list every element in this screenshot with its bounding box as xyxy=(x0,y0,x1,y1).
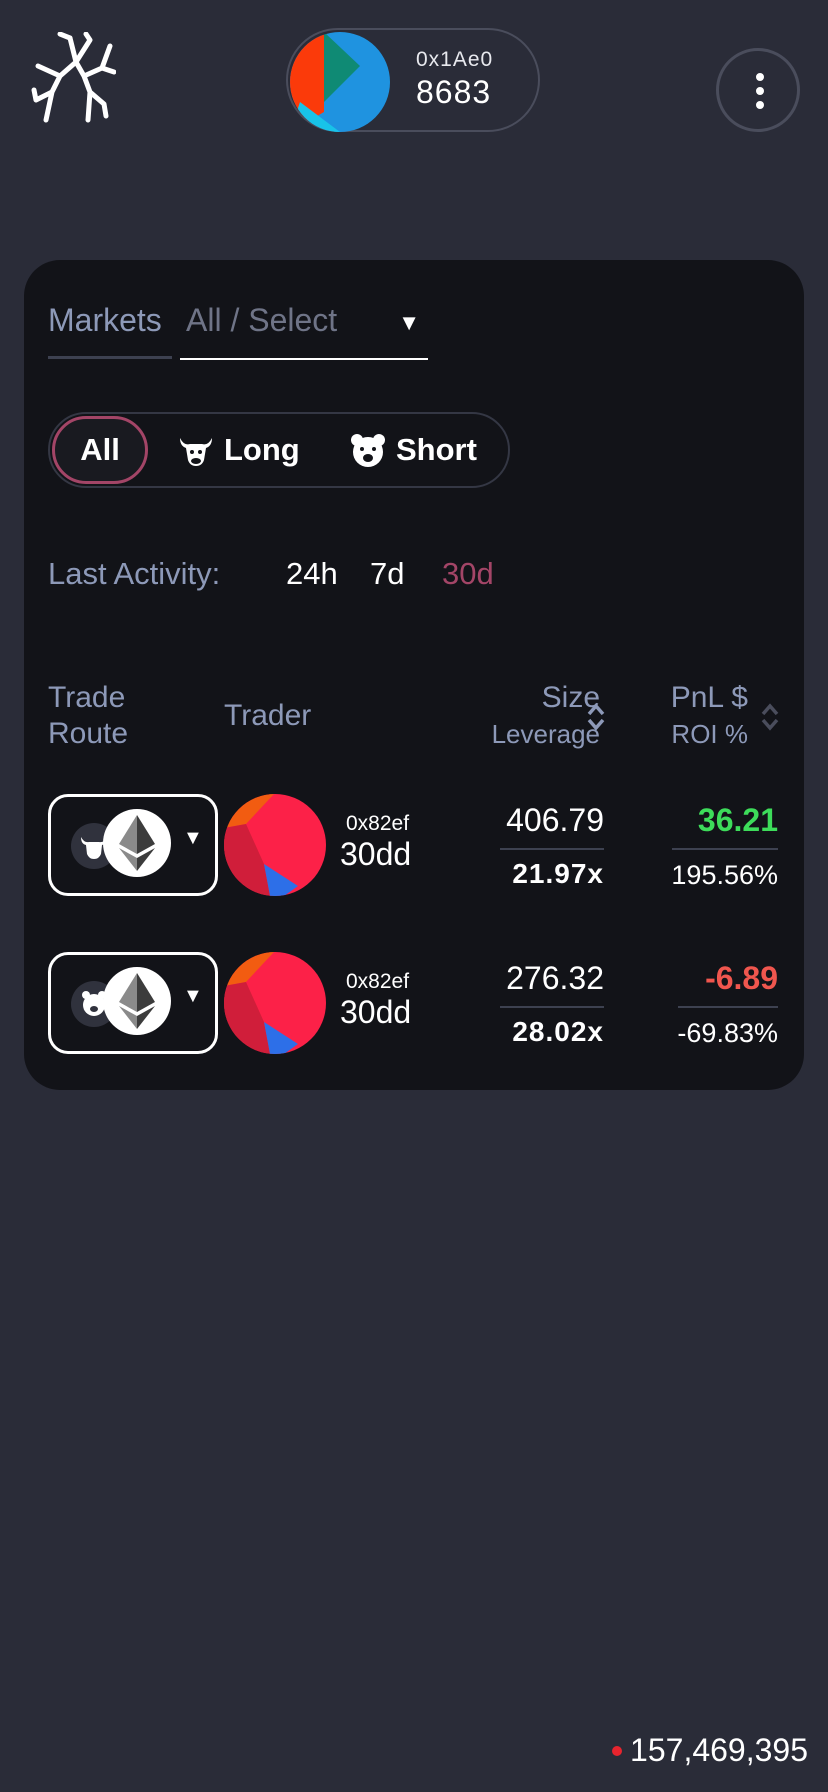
trader-avatar[interactable] xyxy=(224,794,326,896)
divider xyxy=(500,1006,604,1008)
account-avatar xyxy=(290,32,390,132)
column-trader: Trader xyxy=(224,699,312,732)
column-pnl-sort[interactable]: PnL $ ROI % xyxy=(671,680,748,752)
sort-icon[interactable] xyxy=(586,700,606,734)
account-short-address: 0x1Ae0 xyxy=(416,48,494,71)
market-select-value: All / Select xyxy=(186,302,338,338)
account-pill[interactable]: 0x1Ae0 8683 xyxy=(286,28,540,132)
caret-down-icon: ▼ xyxy=(183,985,203,1007)
trader-address: 0x82ef xyxy=(346,812,410,835)
activity-option-24h[interactable]: 24h xyxy=(286,556,338,592)
leaderboard-card: Markets All / Select ▼ All Long Short La… xyxy=(24,260,804,1090)
sort-icon[interactable] xyxy=(760,700,780,734)
block-counter: 157,469,395 xyxy=(612,1732,808,1769)
more-menu-button[interactable] xyxy=(716,48,800,132)
roi-value: 195.56% xyxy=(671,860,778,890)
vertical-dots-icon xyxy=(756,73,764,81)
app-logo-icon[interactable] xyxy=(30,32,116,124)
position-leverage: 28.02x xyxy=(512,1016,604,1047)
activity-option-7d[interactable]: 7d xyxy=(370,556,404,592)
side-filter-toggle: All Long Short xyxy=(48,412,510,488)
block-counter-value: 157,469,395 xyxy=(630,1732,808,1768)
divider xyxy=(500,848,604,850)
position-size: 406.79 xyxy=(506,802,604,838)
trader-avatar[interactable] xyxy=(224,952,326,1054)
table-row[interactable]: ▼ 0x82ef 30dd 276.32 28.02x -6.89 -69.83… xyxy=(24,952,804,1056)
position-leverage: 21.97x xyxy=(512,858,604,889)
status-dot-icon xyxy=(612,1745,623,1756)
bear-icon xyxy=(351,434,385,467)
activity-option-30d[interactable]: 30d xyxy=(442,556,494,592)
trader-name: 30dd xyxy=(340,994,412,1030)
trader-address: 0x82ef xyxy=(346,970,410,993)
side-filter-long[interactable]: Long xyxy=(178,416,300,484)
market-select[interactable]: All / Select ▼ xyxy=(180,302,428,360)
trade-route-select[interactable]: ▼ xyxy=(48,952,218,1054)
table-row[interactable]: ▼ 0x82ef 30dd 406.79 21.97x 36.21 195.56… xyxy=(24,794,804,898)
pnl-value: -6.89 xyxy=(705,960,778,996)
trader-name: 30dd xyxy=(340,836,412,872)
side-filter-all[interactable]: All xyxy=(52,416,148,484)
caret-down-icon: ▼ xyxy=(183,827,203,849)
pnl-value: 36.21 xyxy=(697,802,778,838)
divider xyxy=(678,1006,778,1008)
last-activity-label: Last Activity: xyxy=(48,556,221,591)
divider xyxy=(672,848,778,850)
ethereum-icon xyxy=(103,967,171,1035)
bull-icon xyxy=(180,438,212,466)
side-filter-short[interactable]: Short xyxy=(350,416,477,484)
markets-underline xyxy=(48,356,172,359)
markets-label: Markets xyxy=(48,302,162,338)
column-size-sort[interactable]: Size Leverage xyxy=(492,680,600,752)
roi-value: -69.83% xyxy=(677,1018,778,1048)
ethereum-icon xyxy=(103,809,171,877)
account-number: 8683 xyxy=(416,74,492,110)
caret-down-icon: ▼ xyxy=(398,310,420,335)
column-trade-route: Trade Route xyxy=(48,681,129,750)
trade-route-select[interactable]: ▼ xyxy=(48,794,218,896)
position-size: 276.32 xyxy=(506,960,604,996)
